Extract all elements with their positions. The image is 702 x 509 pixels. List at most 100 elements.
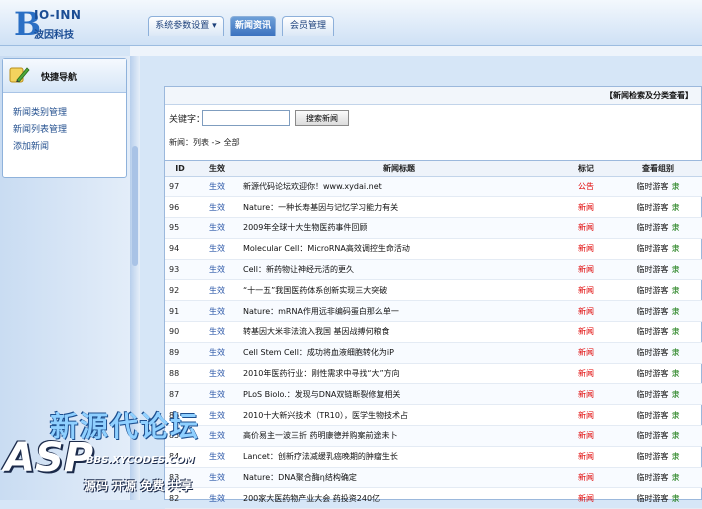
news-status-link[interactable]: 生效 — [195, 383, 239, 406]
news-status-link[interactable]: 生效 — [195, 467, 239, 489]
news-table-panel: ID 生效 新闻标题 标记 查看组别 97 生效 新源代码论坛欢迎你！www.xyd… — [164, 160, 702, 509]
view-group-link[interactable]: 临时游客 — [637, 307, 669, 316]
view-group-tag[interactable]: 隶 — [672, 286, 680, 295]
news-title-link[interactable]: 高价易主一波三折 药明康德并购案前途未卜 — [239, 425, 559, 447]
news-title-link[interactable]: Nature：DNA聚合酶η结构确定 — [239, 467, 559, 489]
news-status-link[interactable]: 生效 — [195, 196, 239, 219]
news-title-link[interactable]: 2010十大新兴技术（TR10），医学生物技术占 — [239, 404, 559, 427]
news-title-link[interactable]: Cell Stem Cell：成功将血液细胞转化为iP — [239, 342, 559, 364]
news-status-link[interactable]: 生效 — [195, 404, 239, 427]
view-group-tag[interactable]: 隶 — [672, 452, 680, 461]
view-group-tag[interactable]: 隶 — [672, 307, 680, 316]
sidebar-item-add-news[interactable]: 添加新闻 — [13, 139, 126, 156]
news-title-link[interactable]: 200家大医药物产业大会 药投资240亿 — [239, 487, 559, 509]
sidebar-item-news-list[interactable]: 新闻列表管理 — [13, 122, 126, 139]
view-group-tag[interactable]: 隶 — [672, 369, 680, 378]
news-title-link[interactable]: 转基因大米非法流入我国 基因战搏何粮食 — [239, 321, 559, 343]
view-group-link[interactable]: 临时游客 — [637, 327, 669, 336]
news-table: ID 生效 新闻标题 标记 查看组别 97 生效 新源代码论坛欢迎你！www.xyd… — [165, 161, 702, 509]
news-status-link[interactable]: 生效 — [195, 279, 239, 302]
news-tag: 新闻 — [559, 238, 613, 260]
view-group-tag[interactable]: 隶 — [672, 494, 680, 503]
tab-members[interactable]: 会员管理 — [282, 16, 334, 36]
news-status-link[interactable]: 生效 — [195, 321, 239, 343]
view-group-tag[interactable]: 隶 — [672, 390, 680, 399]
news-view-group: 临时游客隶 — [613, 176, 702, 198]
view-group-link[interactable]: 临时游客 — [637, 223, 669, 232]
news-status-link[interactable]: 生效 — [195, 176, 239, 198]
header-id: ID — [165, 161, 195, 177]
keyword-input[interactable] — [202, 110, 290, 126]
view-group-link[interactable]: 临时游客 — [637, 244, 669, 253]
view-group-link[interactable]: 临时游客 — [637, 265, 669, 274]
view-group-tag[interactable]: 隶 — [672, 473, 680, 482]
view-group-tag[interactable]: 隶 — [672, 182, 680, 191]
news-id: 83 — [165, 467, 195, 489]
view-group-tag[interactable]: 隶 — [672, 431, 680, 440]
news-status-link[interactable]: 生效 — [195, 238, 239, 260]
news-title-link[interactable]: Nature：mRNA作用远非编码蛋白那么单一 — [239, 300, 559, 323]
table-row: 90 生效 转基因大米非法流入我国 基因战搏何粮食 新闻 临时游客隶 — [165, 321, 702, 343]
news-id: 87 — [165, 383, 195, 406]
view-group-tag[interactable]: 隶 — [672, 327, 680, 336]
table-row: 84 生效 Lancet：创新疗法减缓乳癌晚期的肿瘤生长 新闻 临时游客隶 — [165, 446, 702, 468]
news-id: 88 — [165, 363, 195, 385]
news-tag: 新闻 — [559, 321, 613, 343]
table-row: 92 生效 “十一五”我国医药体系创新实现三大突破 新闻 临时游客隶 — [165, 279, 702, 302]
news-title-link[interactable]: 2009年全球十大生物医药事件回顾 — [239, 217, 559, 239]
view-group-tag[interactable]: 隶 — [672, 223, 680, 232]
news-status-link[interactable]: 生效 — [195, 259, 239, 281]
view-group-link[interactable]: 临时游客 — [637, 473, 669, 482]
splitter-handle[interactable] — [132, 146, 138, 266]
news-title-link[interactable]: 新源代码论坛欢迎你！www.xydai.net — [239, 176, 559, 198]
view-group-link[interactable]: 临时游客 — [637, 182, 669, 191]
news-status-link[interactable]: 生效 — [195, 217, 239, 239]
news-id: 91 — [165, 300, 195, 323]
news-tag: 新闻 — [559, 342, 613, 364]
news-tag: 新闻 — [559, 259, 613, 281]
news-title-link[interactable]: Cell：新药物让神经元活的更久 — [239, 259, 559, 281]
news-title-link[interactable]: 2010年医药行业：刚性需求中寻找“大”方向 — [239, 363, 559, 385]
news-title-link[interactable]: Lancet：创新疗法减缓乳癌晚期的肿瘤生长 — [239, 446, 559, 468]
view-group-tag[interactable]: 隶 — [672, 203, 680, 212]
view-group-link[interactable]: 临时游客 — [637, 348, 669, 357]
view-group-link[interactable]: 临时游客 — [637, 411, 669, 420]
view-group-link[interactable]: 临时游客 — [637, 494, 669, 503]
sidebar-item-news-categories[interactable]: 新闻类别管理 — [13, 105, 126, 122]
view-group-tag[interactable]: 隶 — [672, 265, 680, 274]
news-status-link[interactable]: 生效 — [195, 300, 239, 323]
news-status-link[interactable]: 生效 — [195, 487, 239, 509]
tab-system-settings[interactable]: 系统参数设置 ▾ — [148, 16, 224, 36]
view-group-link[interactable]: 临时游客 — [637, 286, 669, 295]
view-group-tag[interactable]: 隶 — [672, 244, 680, 253]
logo-name: IO-INN — [34, 8, 82, 22]
news-view-group: 临时游客隶 — [613, 300, 702, 323]
view-group-link[interactable]: 临时游客 — [637, 390, 669, 399]
view-group-tag[interactable]: 隶 — [672, 411, 680, 420]
news-title-link[interactable]: PLoS Biolo.：发现与DNA双链断裂修复相关 — [239, 383, 559, 406]
view-group-link[interactable]: 临时游客 — [637, 203, 669, 212]
news-status-link[interactable]: 生效 — [195, 425, 239, 447]
view-group-link[interactable]: 临时游客 — [637, 452, 669, 461]
sidebar-splitter[interactable] — [130, 56, 140, 500]
news-tag: 新闻 — [559, 446, 613, 468]
news-title-link[interactable]: Nature：一种长寿基因与记忆学习能力有关 — [239, 196, 559, 219]
search-news-button[interactable]: 搜索新闻 — [295, 110, 349, 126]
news-title-link[interactable]: Molecular Cell：MicroRNA高效调控生命活动 — [239, 238, 559, 260]
view-group-link[interactable]: 临时游客 — [637, 431, 669, 440]
view-group-link[interactable]: 临时游客 — [637, 369, 669, 378]
keyword-label: 关键字： — [169, 115, 206, 125]
header-title: 新闻标题 — [239, 161, 559, 177]
table-row: 83 生效 Nature：DNA聚合酶η结构确定 新闻 临时游客隶 — [165, 467, 702, 489]
tab-news[interactable]: 新闻资讯 — [230, 16, 276, 36]
news-status-link[interactable]: 生效 — [195, 363, 239, 385]
news-view-group: 临时游客隶 — [613, 404, 702, 427]
news-view-group: 临时游客隶 — [613, 446, 702, 468]
news-title-link[interactable]: “十一五”我国医药体系创新实现三大突破 — [239, 279, 559, 302]
news-id: 84 — [165, 446, 195, 468]
news-tag: 新闻 — [559, 467, 613, 489]
news-status-link[interactable]: 生效 — [195, 342, 239, 364]
header-tag: 标记 — [559, 161, 613, 177]
news-status-link[interactable]: 生效 — [195, 446, 239, 468]
view-group-tag[interactable]: 隶 — [672, 348, 680, 357]
